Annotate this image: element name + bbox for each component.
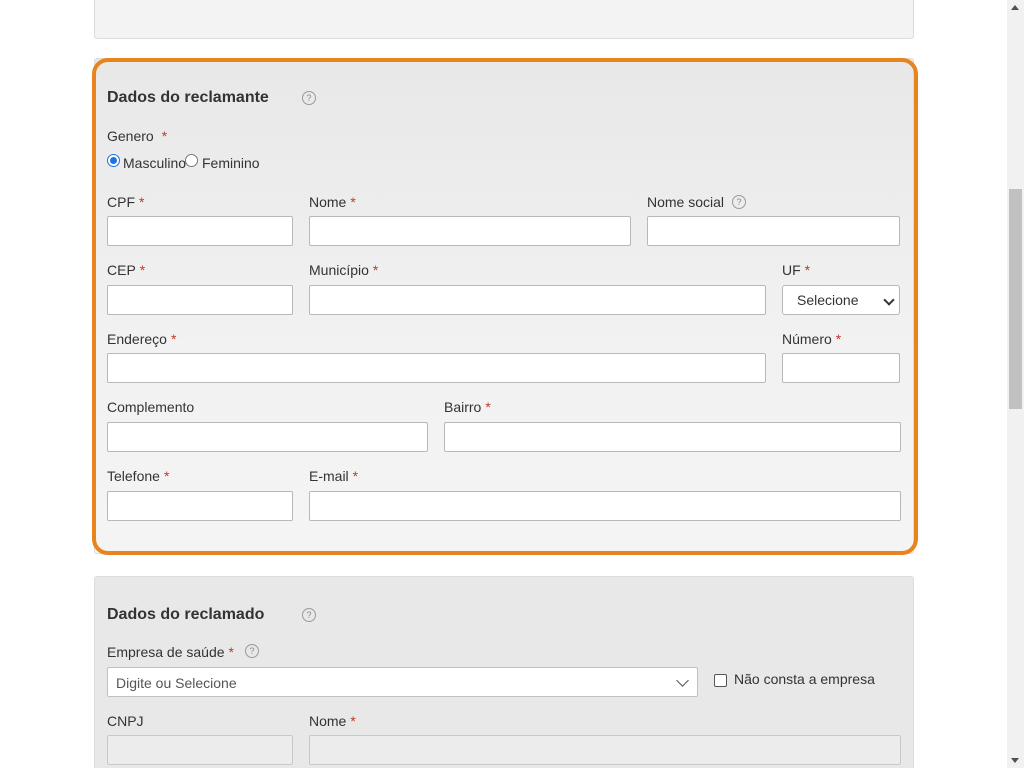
respondent-nome-label: Nome * xyxy=(309,713,356,729)
help-icon[interactable]: ? xyxy=(302,91,316,105)
help-icon[interactable]: ? xyxy=(245,644,259,658)
bairro-input[interactable] xyxy=(444,422,901,452)
help-icon[interactable]: ? xyxy=(302,608,316,622)
gender-masculino-radio[interactable] xyxy=(107,154,120,167)
numero-input[interactable] xyxy=(782,353,900,383)
chevron-down-icon xyxy=(676,674,689,687)
cep-input[interactable] xyxy=(107,285,293,315)
chevron-down-icon xyxy=(883,294,895,306)
endereco-input[interactable] xyxy=(107,353,766,383)
nome-social-label: Nome social xyxy=(647,194,725,210)
complemento-input[interactable] xyxy=(107,422,428,452)
gender-feminino-radio[interactable] xyxy=(185,154,198,167)
previous-section-panel xyxy=(94,0,914,39)
cpf-input[interactable] xyxy=(107,216,293,246)
empresa-label: Empresa de saúde * xyxy=(107,644,234,660)
municipio-label: Município * xyxy=(309,262,379,278)
scroll-down-arrow-icon[interactable] xyxy=(1011,758,1019,763)
numero-label: Número * xyxy=(782,331,842,347)
uf-select[interactable]: Selecione xyxy=(782,285,900,315)
telefone-label: Telefone * xyxy=(107,468,170,484)
telefone-input[interactable] xyxy=(107,491,293,521)
scrollbar-thumb[interactable] xyxy=(1009,189,1022,409)
gender-label: Genero * xyxy=(107,128,168,144)
scroll-up-arrow-icon[interactable] xyxy=(1011,5,1019,10)
municipio-input[interactable] xyxy=(309,285,766,315)
nome-social-input[interactable] xyxy=(647,216,900,246)
bairro-label: Bairro * xyxy=(444,399,491,415)
respondent-title: Dados do reclamado xyxy=(107,606,265,623)
empresa-placeholder: Digite ou Selecione xyxy=(116,675,237,691)
complainant-title: Dados do reclamante xyxy=(107,89,269,106)
cpf-label: CPF * xyxy=(107,194,145,210)
empresa-combobox[interactable]: Digite ou Selecione xyxy=(107,667,698,697)
nao-consta-checkbox[interactable] xyxy=(714,674,727,687)
cep-label: CEP * xyxy=(107,262,146,278)
cnpj-input[interactable] xyxy=(107,735,293,765)
email-label: E-mail * xyxy=(309,468,359,484)
uf-select-value: Selecione xyxy=(797,292,859,308)
email-input[interactable] xyxy=(309,491,901,521)
nome-label: Nome * xyxy=(309,194,356,210)
nao-consta-label[interactable]: Não consta a empresa xyxy=(734,671,875,687)
endereco-label: Endereço * xyxy=(107,331,177,347)
nome-input[interactable] xyxy=(309,216,631,246)
uf-label: UF * xyxy=(782,262,811,278)
respondent-nome-input[interactable] xyxy=(309,735,901,765)
help-icon[interactable]: ? xyxy=(732,195,746,209)
gender-feminino-label[interactable]: Feminino xyxy=(202,155,260,171)
cnpj-label: CNPJ xyxy=(107,713,144,729)
vertical-scrollbar[interactable] xyxy=(1007,0,1024,768)
complemento-label: Complemento xyxy=(107,399,195,415)
gender-masculino-label[interactable]: Masculino xyxy=(123,155,186,171)
